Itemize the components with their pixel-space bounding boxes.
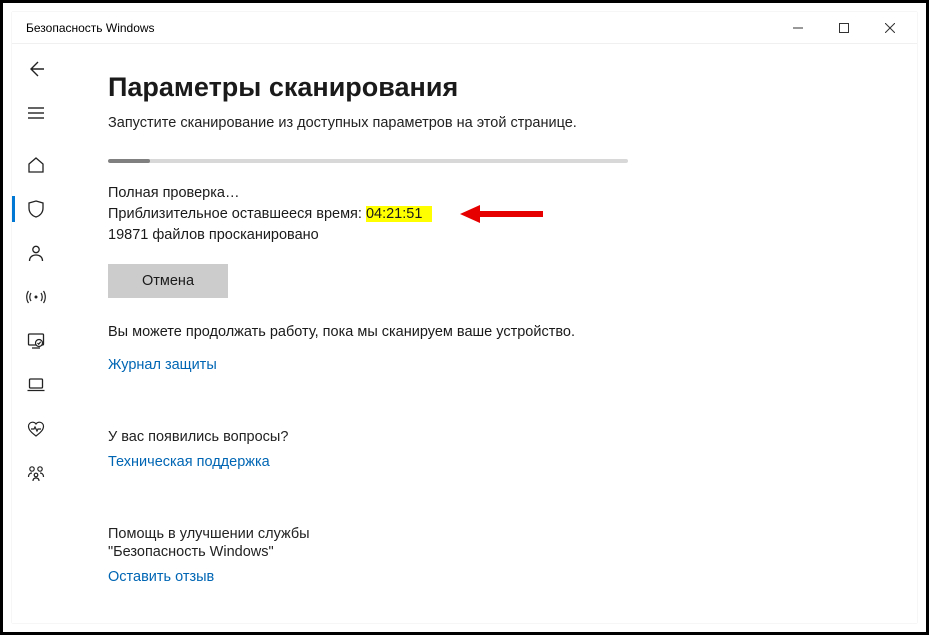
scan-files-count: 19871 — [108, 227, 148, 243]
annotation-arrow — [458, 201, 548, 227]
scan-time-label: Приблизительное оставшееся время: — [108, 206, 366, 222]
scan-time-line: Приблизительное оставшееся время: 04:21:… — [108, 204, 869, 225]
scan-status-block: Полная проверка… Приблизительное оставше… — [108, 183, 869, 246]
window-title: Безопасность Windows — [26, 21, 775, 35]
protection-history-link[interactable]: Журнал защиты — [108, 357, 217, 373]
help-heading: У вас появились вопросы? — [108, 429, 869, 445]
app-window: Безопасность Windows — [12, 12, 917, 623]
minimize-button[interactable] — [775, 13, 821, 43]
network-icon — [26, 287, 46, 307]
tech-support-link[interactable]: Техническая поддержка — [108, 454, 270, 470]
help-section: У вас появились вопросы? Техническая под… — [108, 429, 869, 471]
scan-note: Вы можете продолжать работу, пока мы ска… — [108, 324, 869, 340]
sidebar-item-account[interactable] — [12, 232, 60, 274]
page-title: Параметры сканирования — [108, 72, 869, 103]
heart-pulse-icon — [26, 419, 46, 439]
scan-time-value: 04:21:51 — [366, 206, 432, 222]
family-icon — [26, 463, 46, 483]
sidebar-item-home[interactable] — [12, 144, 60, 186]
maximize-button[interactable] — [821, 13, 867, 43]
person-icon — [26, 243, 46, 263]
menu-button[interactable] — [12, 92, 60, 134]
scan-progress-thumb — [108, 159, 150, 163]
shield-icon — [26, 199, 46, 219]
sidebar-item-firewall[interactable] — [12, 276, 60, 318]
hamburger-icon — [26, 103, 46, 123]
red-arrow-icon — [458, 201, 548, 227]
titlebar: Безопасность Windows — [12, 12, 917, 44]
maximize-icon — [839, 23, 849, 33]
feedback-section: Помощь в улучшении службы "Безопасность … — [108, 526, 869, 586]
main-content: Параметры сканирования Запустите сканиро… — [60, 44, 917, 623]
window-controls — [775, 13, 913, 43]
laptop-icon — [26, 375, 46, 395]
leave-feedback-link[interactable]: Оставить отзыв — [108, 569, 214, 585]
scan-files-suffix: файлов просканировано — [148, 227, 318, 243]
feedback-heading-1: Помощь в улучшении службы — [108, 526, 869, 542]
back-button[interactable] — [12, 48, 60, 90]
feedback-heading-2: "Безопасность Windows" — [108, 544, 869, 560]
sidebar — [12, 44, 60, 623]
close-button[interactable] — [867, 13, 913, 43]
page-subtitle: Запустите сканирование из доступных пара… — [108, 115, 869, 131]
sidebar-item-device-security[interactable] — [12, 364, 60, 406]
scan-status-label: Полная проверка… — [108, 183, 869, 204]
back-arrow-icon — [26, 59, 46, 79]
close-icon — [885, 23, 895, 33]
cancel-button[interactable]: Отмена — [108, 264, 228, 298]
app-control-icon — [26, 331, 46, 351]
minimize-icon — [793, 23, 803, 33]
sidebar-item-virus-protection[interactable] — [12, 188, 60, 230]
sidebar-item-family[interactable] — [12, 452, 60, 494]
sidebar-item-app-control[interactable] — [12, 320, 60, 362]
sidebar-item-performance[interactable] — [12, 408, 60, 450]
home-icon — [26, 155, 46, 175]
scan-progress-bar — [108, 159, 628, 163]
scan-files-line: 19871 файлов просканировано — [108, 225, 869, 246]
